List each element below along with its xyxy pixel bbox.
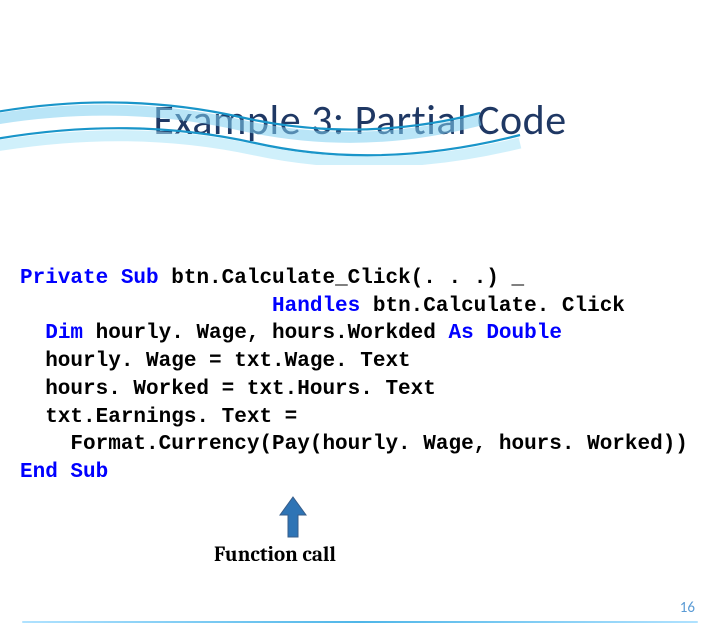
- keyword-private: Private: [20, 267, 108, 290]
- page-number: 16: [680, 599, 695, 617]
- keyword-handles: Handles: [272, 295, 360, 318]
- keyword-dim: Dim: [45, 322, 83, 345]
- bottom-divider: [22, 621, 698, 624]
- wave-svg: [0, 95, 720, 165]
- keyword-sub2: Sub: [58, 461, 108, 484]
- code-line-6: txt.Earnings. Text =: [20, 404, 700, 432]
- code-block: Private Sub btn.Calculate_Click(. . .) _…: [20, 265, 700, 487]
- keyword-end: End: [20, 461, 58, 484]
- code-line-2: Handles btn.Calculate. Click: [20, 293, 700, 321]
- keyword-double: Double: [474, 322, 562, 345]
- keyword-sub: Sub: [121, 267, 159, 290]
- wave-decoration: [0, 95, 720, 165]
- arrow-up-icon: [278, 495, 308, 539]
- code-line-4: hourly. Wage = txt.Wage. Text: [20, 348, 700, 376]
- code-line-3: Dim hourly. Wage, hours.Workded As Doubl…: [20, 320, 700, 348]
- code-text: btn.Calculate_Click(. . .) _: [159, 267, 524, 290]
- code-text: btn.Calculate. Click: [360, 295, 625, 318]
- code-text: hourly. Wage, hours.Workded: [83, 322, 448, 345]
- code-line-7: Format.Currency(Pay(hourly. Wage, hours.…: [20, 431, 700, 459]
- function-call-label: Function call: [214, 543, 336, 567]
- keyword-as: As: [449, 322, 474, 345]
- code-line-1: Private Sub btn.Calculate_Click(. . .) _: [20, 265, 700, 293]
- code-line-8: End Sub: [20, 459, 700, 487]
- code-line-5: hours. Worked = txt.Hours. Text: [20, 376, 700, 404]
